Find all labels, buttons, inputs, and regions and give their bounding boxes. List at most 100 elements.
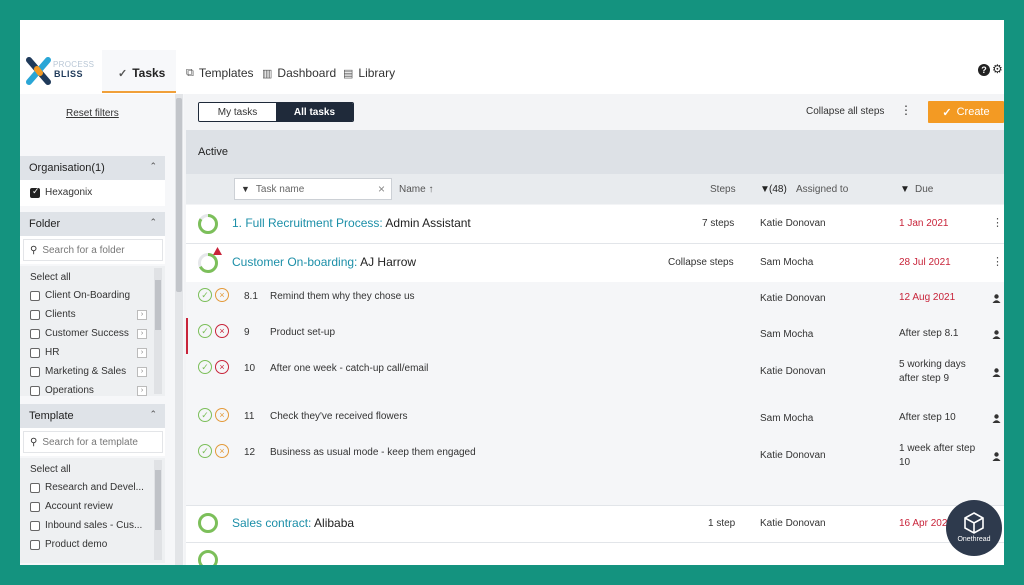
user-icon[interactable] [992, 452, 1001, 461]
task-steps: 7 steps [702, 218, 735, 229]
checkbox-icon[interactable] [30, 539, 40, 550]
expand-arrow-icon[interactable]: › [137, 329, 147, 339]
organisation-panel-header[interactable]: Organisation(1) ⌃ [20, 156, 165, 180]
sidebar-scrollbar[interactable] [175, 94, 183, 565]
help-icon[interactable]: ? [978, 64, 990, 76]
step-row[interactable]: ✓ × 11 Check they've received flowers Sa… [186, 402, 1004, 438]
checkbox-icon[interactable] [30, 501, 40, 512]
gear-icon[interactable]: ⚙ [992, 62, 1003, 76]
task-title[interactable]: Customer On-boarding: AJ Harrow [232, 255, 416, 269]
template-search-input[interactable]: ⚲ Search for a template [23, 431, 163, 453]
checkbox-icon[interactable] [30, 385, 40, 396]
column-name[interactable]: Name ↑ [399, 184, 433, 195]
sidebar-scroll-thumb[interactable] [176, 98, 182, 292]
close-icon[interactable]: × [378, 182, 385, 196]
complete-step-icon[interactable]: ✓ [198, 408, 212, 422]
complete-step-icon[interactable]: ✓ [198, 360, 212, 374]
task-title[interactable]: Sales contract: Alibaba [232, 516, 354, 530]
checkbox-icon[interactable] [30, 366, 40, 377]
list-item[interactable]: Inbound sales - Cus... [30, 520, 142, 531]
table-row[interactable] [186, 543, 1004, 565]
step-title[interactable]: Business as usual mode - keep them engag… [270, 447, 476, 458]
organisation-title: Organisation(1) [29, 162, 105, 174]
my-tasks-toggle[interactable]: My tasks [199, 103, 276, 121]
tab-tasks[interactable]: ✓ Tasks [118, 63, 165, 83]
template-scroll-thumb[interactable] [155, 470, 161, 530]
list-item[interactable]: Client On-Boarding [30, 290, 130, 301]
template-item-label: Inbound sales - Cus... [45, 520, 143, 531]
user-icon[interactable] [992, 368, 1001, 377]
skip-step-icon[interactable]: × [215, 288, 229, 302]
expand-arrow-icon[interactable]: › [137, 367, 147, 377]
task-name-filter-input[interactable]: ▼ Task name × [234, 178, 392, 200]
tab-dashboard[interactable]: ▥ Dashboard [262, 63, 336, 83]
checkbox-icon[interactable] [30, 482, 40, 493]
row-more-icon[interactable]: ⋮ [992, 255, 1003, 268]
all-tasks-toggle[interactable]: All tasks [276, 103, 353, 121]
list-item[interactable]: Customer Success [30, 328, 129, 339]
step-row[interactable]: ✓ × 9 Product set-up Sam Mocha After ste… [186, 318, 1004, 426]
create-label: Create [956, 106, 990, 118]
organisation-item[interactable]: Hexagonix [30, 186, 92, 198]
task-due: 1 Jan 2021 [899, 218, 949, 229]
task-title[interactable]: 1. Full Recruitment Process: Admin Assis… [232, 216, 471, 230]
table-row[interactable]: Customer On-boarding: AJ Harrow Collapse… [186, 244, 1004, 282]
skip-step-icon[interactable]: × [215, 408, 229, 422]
collapse-steps-button[interactable]: Collapse steps [668, 257, 734, 268]
list-item[interactable]: Operations [30, 385, 94, 396]
complete-step-icon[interactable]: ✓ [198, 324, 212, 338]
checkbox-icon[interactable] [30, 347, 40, 358]
checkbox-checked-icon[interactable] [30, 186, 40, 198]
reset-filters-link[interactable]: Reset filters [66, 108, 119, 119]
step-title[interactable]: Remind them why they chose us [270, 291, 415, 302]
task-process: Sales contract: [232, 516, 312, 530]
skip-step-icon[interactable]: × [215, 360, 229, 374]
list-item[interactable]: Product demo [30, 539, 107, 550]
user-icon[interactable] [992, 414, 1001, 423]
checkbox-icon[interactable] [30, 520, 40, 531]
expand-arrow-icon[interactable]: › [137, 348, 147, 358]
folder-scroll-thumb[interactable] [155, 280, 161, 330]
list-item[interactable]: Account review [30, 501, 113, 512]
create-button[interactable]: ✓ Create [928, 101, 1004, 123]
list-item[interactable]: HR [30, 347, 59, 358]
folder-scrollbar[interactable] [154, 268, 162, 394]
template-panel-header[interactable]: Template ⌃ [20, 404, 165, 428]
collapse-all-steps-button[interactable]: Collapse all steps [806, 106, 884, 117]
step-row[interactable]: ✓ × 10 After one week - catch-up call/em… [186, 354, 1004, 402]
checkbox-icon[interactable] [30, 309, 40, 320]
table-row[interactable]: 1. Full Recruitment Process: Admin Assis… [186, 205, 1004, 243]
tab-library[interactable]: ▤ Library [343, 63, 395, 83]
step-title[interactable]: After one week - catch-up call/email [270, 363, 428, 374]
step-row[interactable]: ✓ × 12 Business as usual mode - keep the… [186, 438, 1004, 505]
folder-search-input[interactable]: ⚲ Search for a folder [23, 239, 163, 261]
user-icon[interactable] [992, 294, 1001, 303]
complete-step-icon[interactable]: ✓ [198, 288, 212, 302]
skip-step-icon[interactable]: × [215, 324, 229, 338]
template-icon: ⧉ [186, 66, 194, 79]
filter-icon[interactable]: ▼ [900, 184, 910, 195]
complete-step-icon[interactable]: ✓ [198, 444, 212, 458]
list-item[interactable]: Research and Devel... [30, 482, 144, 493]
template-scrollbar[interactable] [154, 460, 162, 560]
logo[interactable]: PROCESS BLISS [26, 56, 96, 90]
checkbox-icon[interactable] [30, 290, 40, 301]
step-row[interactable]: ✓ × 8.1 Remind them why they chose us Ka… [186, 282, 1004, 318]
template-select-all[interactable]: Select all [30, 464, 71, 475]
expand-arrow-icon[interactable]: › [137, 386, 147, 396]
checkbox-icon[interactable] [30, 328, 40, 339]
table-row[interactable]: Sales contract: Alibaba 1 step Katie Don… [186, 506, 1004, 542]
step-title[interactable]: Product set-up [270, 327, 335, 338]
step-title[interactable]: Check they've received flowers [270, 411, 408, 422]
tab-templates[interactable]: ⧉ Templates [186, 63, 254, 83]
row-more-icon[interactable]: ⋮ [992, 216, 1003, 229]
folder-select-all[interactable]: Select all [30, 272, 71, 283]
user-icon[interactable] [992, 330, 1001, 339]
skip-step-icon[interactable]: × [215, 444, 229, 458]
expand-arrow-icon[interactable]: › [137, 310, 147, 320]
list-item[interactable]: Marketing & Sales [30, 366, 126, 377]
list-item[interactable]: Clients [30, 309, 76, 320]
more-options-icon[interactable]: ⋮ [900, 103, 912, 117]
chevron-up-icon: ⌃ [149, 409, 157, 419]
folder-panel-header[interactable]: Folder ⌃ [20, 212, 165, 236]
